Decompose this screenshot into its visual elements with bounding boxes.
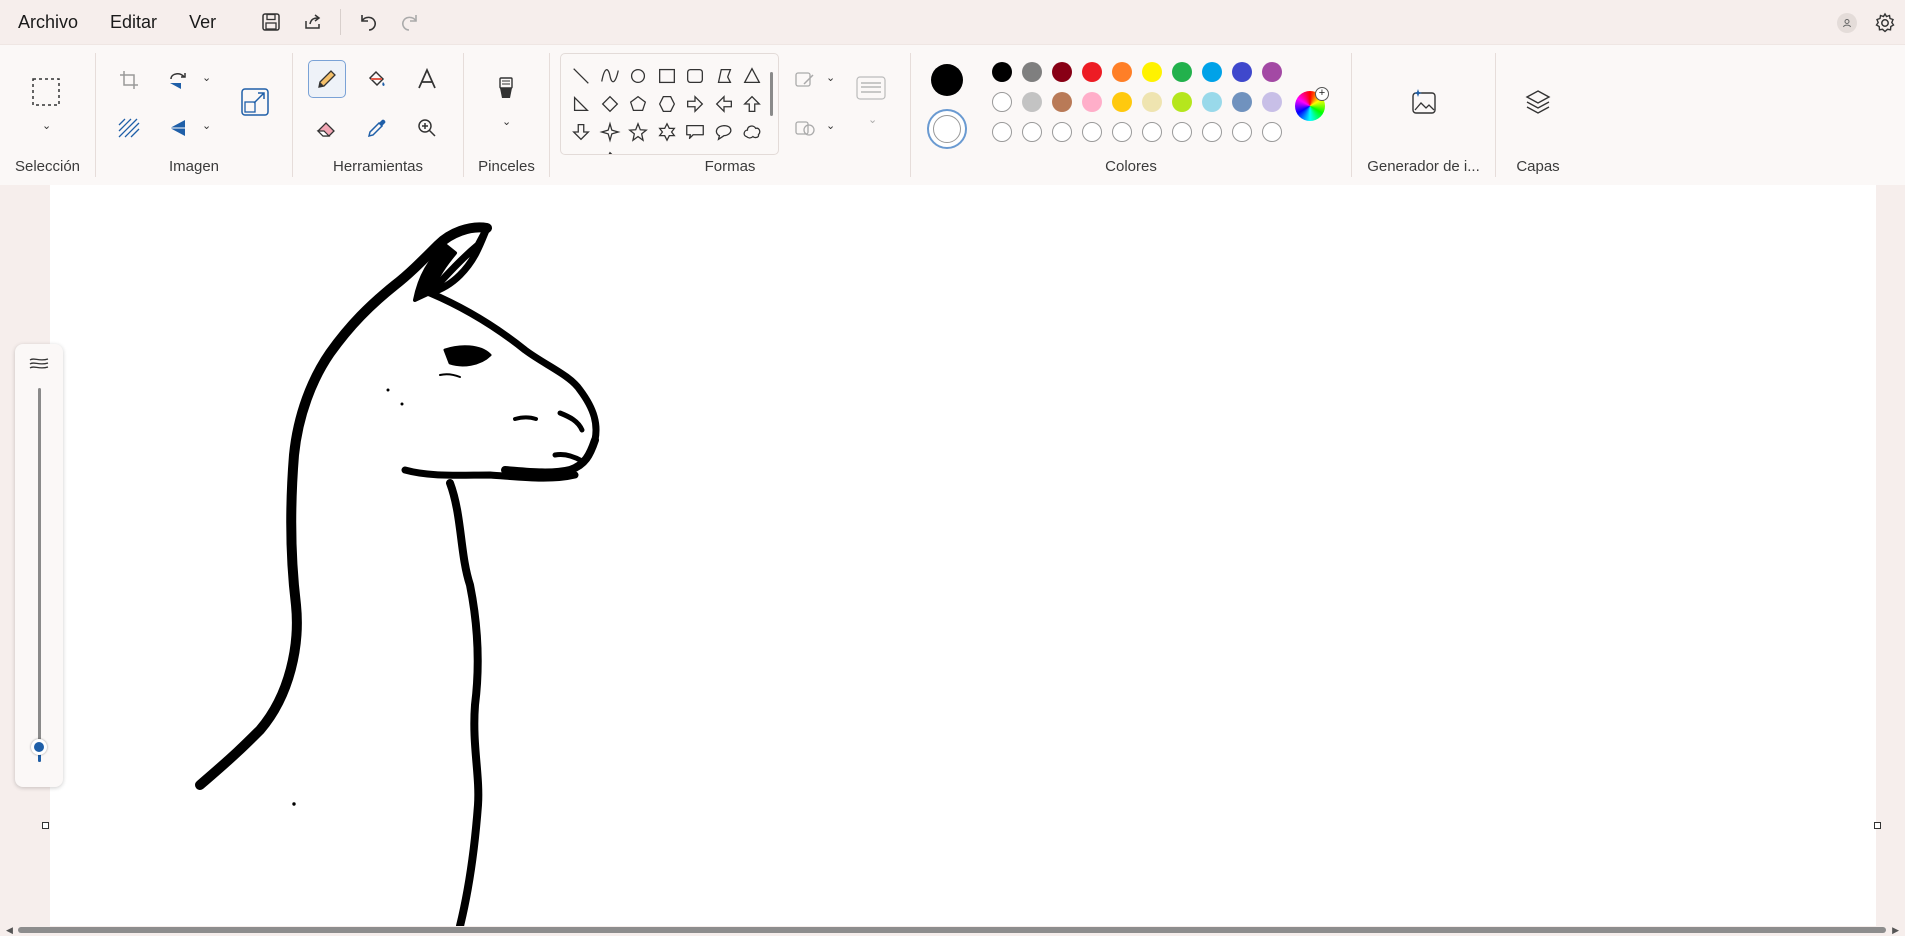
diamond-shape[interactable] [597,91,623,117]
group-colores: + Colores [911,45,1351,185]
layers-icon[interactable] [1519,83,1557,121]
group-capas: Capas [1496,45,1580,185]
settings-gear-icon[interactable] [1871,9,1899,37]
shape-outline-icon[interactable] [786,61,824,99]
palette-color-swatch[interactable] [1052,62,1072,82]
custom-color-slot[interactable] [1022,122,1042,142]
share-icon[interactable] [292,4,334,40]
palette-color-swatch[interactable] [1142,92,1162,112]
group-label-formas: Formas [704,158,756,175]
palette-color-swatch[interactable] [1262,62,1282,82]
llama-sketch [195,222,600,930]
image-creator-icon[interactable] [1405,83,1443,121]
custom-color-slot[interactable] [1112,122,1132,142]
five-point-star-shape[interactable] [625,119,651,145]
palette-color-swatch[interactable] [1112,92,1132,112]
four-point-star-shape[interactable] [597,119,623,145]
palette-color-swatch[interactable] [1232,62,1252,82]
ribbon: ⌄ Selección ⌄ ⌄ Imagen Herramientas ⌄ Pi… [0,44,1905,186]
custom-color-slot[interactable] [1082,122,1102,142]
six-point-star-shape[interactable] [654,119,680,145]
palette-color-swatch[interactable] [1262,92,1282,112]
cloud-callout-shape[interactable] [739,119,765,145]
palette-color-swatch[interactable] [992,62,1012,82]
pentagon-shape[interactable] [625,91,651,117]
scroll-left-arrow-icon[interactable]: ◀ [6,925,13,936]
curve-shape[interactable] [597,63,623,89]
stroke-size-icon[interactable] [852,69,890,107]
custom-color-slot[interactable] [1052,122,1072,142]
stroke-size-icon [29,356,49,377]
rect-callout-shape[interactable] [682,119,708,145]
canvas-resize-handle-left[interactable] [42,822,49,829]
palette-color-swatch[interactable] [992,92,1012,112]
palette-color-swatch[interactable] [1142,62,1162,82]
oval-shape[interactable] [625,63,651,89]
menu-archivo[interactable]: Archivo [4,12,92,33]
scroll-right-arrow-icon[interactable]: ▶ [1892,925,1899,936]
oval-callout-shape[interactable] [711,119,737,145]
palette-color-swatch[interactable] [1082,92,1102,112]
rounded-rectangle-shape[interactable] [682,63,708,89]
horizontal-scrollbar[interactable] [18,927,1886,933]
save-icon[interactable] [250,4,292,40]
brush-size-slider-thumb[interactable] [31,739,47,756]
menu-bar: Archivo Editar Ver [0,0,1905,44]
redo-icon[interactable] [389,4,431,40]
hexagon-shape[interactable] [654,91,680,117]
palette-color-swatch[interactable] [1052,92,1072,112]
chevron-down-icon[interactable]: ⌄ [826,71,835,84]
shapes-scrollbar[interactable] [770,72,773,116]
custom-color-slot[interactable] [992,122,1012,142]
account-avatar-icon[interactable] [1837,13,1857,33]
palette-color-swatch[interactable] [1082,62,1102,82]
menu-editar[interactable]: Editar [96,12,171,33]
palette-color-swatch[interactable] [1172,92,1192,112]
undo-icon[interactable] [347,4,389,40]
shape-fill-icon[interactable] [786,109,824,147]
custom-color-slot[interactable] [1172,122,1192,142]
palette-color-swatch[interactable] [1022,92,1042,112]
canvas-resize-handle-right[interactable] [1874,822,1881,829]
custom-color-slot[interactable] [1202,122,1222,142]
up-arrow-shape[interactable] [739,91,765,117]
rectangle-shape[interactable] [654,63,680,89]
group-generador: Generador de i... [1352,45,1495,185]
group-label-capas: Capas [1516,158,1560,175]
color-1-swatch[interactable] [931,64,963,96]
toolbar-separator [340,9,342,35]
line-shape[interactable] [568,63,594,89]
right-arrow-shape[interactable] [682,91,708,117]
triangle-shape[interactable] [739,63,765,89]
menu-ver[interactable]: Ver [175,12,230,33]
group-formas-container: ⌄ ⌄ ⌄ Formas [0,45,910,185]
polygon-shape[interactable] [711,63,737,89]
brush-size-panel [15,344,63,787]
canvas-area [0,185,1905,934]
brush-size-slider-track[interactable] [38,388,41,762]
group-label-colores: Colores [1105,158,1157,175]
chevron-down-icon[interactable]: ⌄ [868,113,877,126]
quick-access-toolbar [250,4,431,40]
custom-color-slot[interactable] [1232,122,1252,142]
down-arrow-shape[interactable] [568,119,594,145]
palette-color-swatch[interactable] [1022,62,1042,82]
color-2-swatch[interactable] [927,109,967,149]
edit-colors-icon[interactable]: + [1291,87,1329,125]
palette-color-swatch[interactable] [1232,92,1252,112]
drawing-canvas[interactable] [50,185,1876,930]
shapes-gallery [560,53,779,155]
palette-color-swatch[interactable] [1202,62,1222,82]
group-label-generador: Generador de i... [1367,158,1480,175]
left-arrow-shape[interactable] [711,91,737,117]
heart-shape[interactable] [568,147,594,154]
palette-color-swatch[interactable] [1172,62,1192,82]
palette-color-swatch[interactable] [1112,62,1132,82]
lightning-shape[interactable] [597,147,623,154]
chevron-down-icon[interactable]: ⌄ [826,119,835,132]
custom-color-slot[interactable] [1142,122,1162,142]
right-triangle-shape[interactable] [568,91,594,117]
custom-color-slot[interactable] [1262,122,1282,142]
palette-color-swatch[interactable] [1202,92,1222,112]
